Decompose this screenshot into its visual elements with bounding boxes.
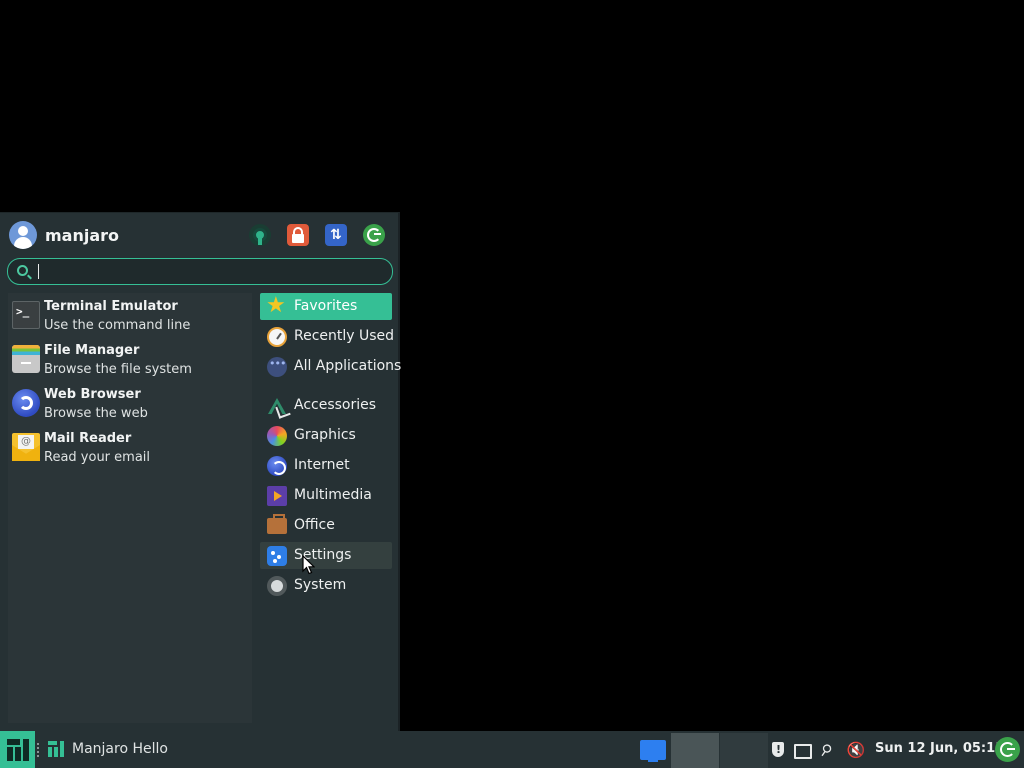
all-applications-icon bbox=[267, 357, 287, 377]
category-label: Favorites bbox=[294, 298, 358, 314]
app-description: Browse the web bbox=[44, 406, 148, 421]
lock-screen-button[interactable] bbox=[287, 224, 309, 246]
category-list: Favorites Recently Used All Applications… bbox=[258, 293, 401, 613]
search-icon bbox=[17, 265, 28, 276]
category-multimedia[interactable]: Multimedia bbox=[260, 482, 392, 509]
multimedia-icon bbox=[267, 486, 287, 506]
app-name: File Manager bbox=[44, 343, 140, 358]
system-gear-icon bbox=[267, 576, 287, 596]
volume-muted-icon[interactable]: 🔇 bbox=[845, 741, 867, 759]
search-input[interactable] bbox=[36, 261, 386, 282]
application-list: >_ Terminal Emulator Use the command lin… bbox=[8, 293, 252, 723]
app-description: Read your email bbox=[44, 450, 151, 465]
app-description: Use the command line bbox=[44, 318, 191, 333]
app-name: Terminal Emulator bbox=[44, 299, 178, 314]
file-manager-icon bbox=[12, 345, 40, 373]
log-out-button[interactable] bbox=[363, 224, 385, 246]
app-item-web-browser[interactable]: Web Browser Browse the web bbox=[8, 383, 252, 427]
task-manjaro-hello[interactable]: Manjaro Hello bbox=[45, 731, 245, 768]
manjaro-hello-icon bbox=[48, 741, 64, 757]
network-icon[interactable] bbox=[793, 741, 812, 759]
clock[interactable]: Sun 12 Jun, 05:11 bbox=[875, 741, 1004, 756]
switch-user-button[interactable]: ⇅ bbox=[325, 224, 347, 246]
category-accessories[interactable]: Accessories bbox=[260, 392, 392, 419]
category-label: All Applications bbox=[294, 358, 402, 374]
switch-user-icon: ⇅ bbox=[330, 227, 342, 243]
text-caret bbox=[38, 264, 39, 279]
category-system[interactable]: System bbox=[260, 572, 392, 599]
workspace-1[interactable] bbox=[671, 733, 719, 768]
shield-alert-icon[interactable] bbox=[769, 741, 787, 759]
category-favorites[interactable]: Favorites bbox=[260, 293, 392, 320]
clock-icon bbox=[267, 327, 287, 347]
app-item-file-manager[interactable]: File Manager Browse the file system bbox=[8, 339, 252, 383]
settings-manager-button[interactable] bbox=[249, 224, 271, 246]
category-label: Internet bbox=[294, 457, 350, 473]
menu-header: manjaro ⇅ bbox=[8, 219, 390, 253]
mail-reader-icon: @ bbox=[12, 433, 40, 461]
web-browser-icon bbox=[12, 389, 40, 417]
star-icon bbox=[266, 293, 287, 318]
log-out-icon bbox=[367, 228, 381, 242]
category-label: System bbox=[294, 577, 347, 593]
category-label: Office bbox=[294, 517, 335, 533]
app-name: Web Browser bbox=[44, 387, 141, 402]
office-briefcase-icon bbox=[267, 514, 287, 534]
clipboard-icon[interactable]: ⚲ bbox=[813, 737, 838, 762]
application-menu: manjaro ⇅ >_ Terminal Emulator Use the c… bbox=[0, 212, 401, 731]
category-recently-used[interactable]: Recently Used bbox=[260, 323, 395, 350]
screen-icon[interactable] bbox=[640, 740, 666, 762]
category-office[interactable]: Office bbox=[260, 512, 392, 539]
category-internet[interactable]: Internet bbox=[260, 452, 392, 479]
category-label: Multimedia bbox=[294, 487, 372, 503]
category-label: Graphics bbox=[294, 427, 356, 443]
username-label: manjaro bbox=[45, 226, 120, 245]
start-menu-button[interactable] bbox=[0, 731, 35, 768]
panel-drag-handle[interactable] bbox=[37, 743, 39, 757]
settings-manager-icon bbox=[253, 228, 267, 245]
app-item-terminal-emulator[interactable]: >_ Terminal Emulator Use the command lin… bbox=[8, 295, 252, 339]
app-name: Mail Reader bbox=[44, 431, 132, 446]
settings-icon bbox=[267, 546, 287, 566]
category-label: Recently Used bbox=[294, 328, 395, 344]
accessories-icon bbox=[267, 396, 287, 416]
search-field[interactable] bbox=[7, 258, 393, 285]
internet-icon bbox=[267, 456, 287, 476]
workspace-2[interactable] bbox=[720, 733, 768, 768]
category-all-applications[interactable]: All Applications bbox=[260, 353, 401, 380]
task-label: Manjaro Hello bbox=[72, 741, 168, 757]
category-settings[interactable]: Settings bbox=[260, 542, 392, 569]
power-button[interactable] bbox=[995, 737, 1020, 762]
category-graphics[interactable]: Graphics bbox=[260, 422, 392, 449]
terminal-icon: >_ bbox=[12, 301, 40, 329]
graphics-icon bbox=[267, 426, 287, 446]
app-description: Browse the file system bbox=[44, 362, 192, 377]
app-item-mail-reader[interactable]: @ Mail Reader Read your email bbox=[8, 427, 252, 471]
power-icon bbox=[1000, 742, 1015, 757]
user-avatar-icon bbox=[9, 221, 37, 249]
taskbar: Manjaro Hello ⚲ 🔇 Sun 12 Jun, 05:11 bbox=[0, 731, 1024, 768]
manjaro-logo-icon bbox=[6, 738, 29, 761]
category-label: Accessories bbox=[294, 397, 377, 413]
